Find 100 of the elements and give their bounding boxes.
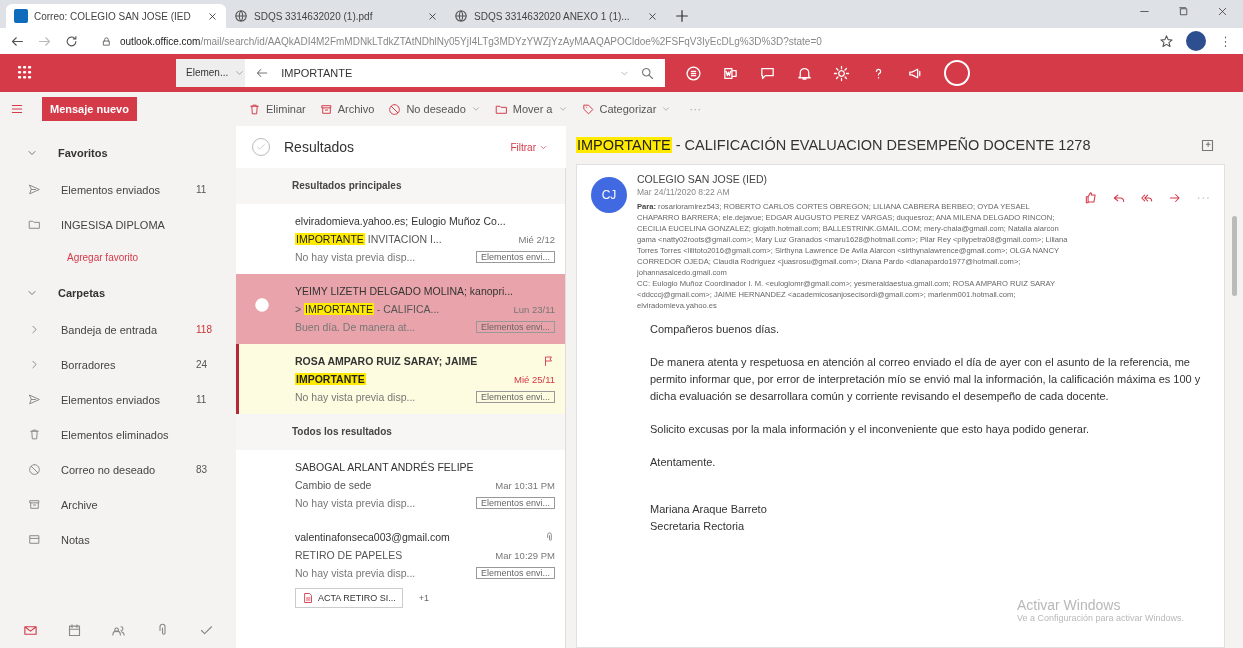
send-icon bbox=[28, 183, 41, 196]
message-date: Mié 25/11 bbox=[514, 373, 555, 385]
message-date: Mar 10:31 PM bbox=[495, 479, 555, 491]
star-icon[interactable] bbox=[1159, 33, 1174, 49]
menu-icon[interactable] bbox=[10, 102, 24, 116]
preview-text: Buen día. De manera at... bbox=[295, 321, 416, 333]
signature-line: Secretaria Rectoria bbox=[650, 519, 746, 534]
sender-name: COLEGIO SAN JOSE (IED) bbox=[637, 173, 769, 185]
sender-name: SABOGAL ARLANT ANDRÉS FELIPE bbox=[295, 461, 474, 473]
globe-icon bbox=[454, 9, 468, 23]
settings-icon[interactable] bbox=[833, 64, 850, 82]
browser-tab[interactable]: SDQS 3314632020 ANEXO 1 (1)... bbox=[446, 4, 666, 28]
restore-icon[interactable] bbox=[1177, 4, 1190, 18]
email-subject: IMPORTANTE - CALIFICACIÓN EVALUACION DESEMPEÑO DOCENTE 1278 bbox=[576, 137, 1091, 153]
folder-item[interactable]: Bandeja de entrada 118 bbox=[0, 312, 236, 347]
section-header: Resultados principales bbox=[236, 168, 565, 204]
filter-button[interactable]: Filtrar bbox=[504, 140, 554, 154]
toolbar-button[interactable]: Mover a bbox=[492, 98, 570, 120]
browser-tab[interactable]: SDQS 3314632020 (1).pdf bbox=[226, 4, 446, 28]
chevron-down-icon bbox=[557, 104, 568, 114]
like-icon[interactable] bbox=[1084, 191, 1098, 205]
toolbar-button[interactable]: Archivo bbox=[317, 98, 377, 120]
search-field[interactable]: Elemen... IMPORTANTE bbox=[176, 59, 665, 87]
url-text: outlook.office.com/mail/search/id/AAQkADI4M2FmMDNkLTdkZTAtNDhlNy05YjI4LTg3MDYzYWZjYzAyMAAQAPOCldoe%2FSFqV3IyEcDLg%3D%3D?state=0 bbox=[120, 35, 822, 47]
sender-name: elviradomieva.yahoo.es; Eulogio Muñoz Co... bbox=[295, 215, 506, 227]
preview-text: No hay vista previa disp... bbox=[295, 497, 416, 509]
section-header: Todos los resultados bbox=[236, 414, 565, 450]
mail-app-icon bbox=[14, 9, 28, 23]
new-message-button[interactable]: Mensaje nuevo bbox=[42, 97, 137, 121]
search-query: IMPORTANTE bbox=[281, 67, 354, 79]
subject-text: RETIRO DE PAPELES bbox=[295, 549, 403, 561]
forward-icon[interactable] bbox=[1168, 191, 1182, 205]
folder-item[interactable]: Correo no deseado 83 bbox=[0, 452, 236, 487]
subject-text: IMPORTANTE bbox=[295, 373, 366, 385]
note-icon bbox=[28, 533, 41, 546]
close-icon[interactable] bbox=[427, 10, 438, 22]
popout-icon[interactable] bbox=[1200, 137, 1215, 153]
reply-all-icon[interactable] bbox=[1140, 191, 1154, 205]
attachment-name: ACTA RETIRO SI... bbox=[318, 593, 396, 603]
folder-item[interactable]: Archive bbox=[0, 487, 236, 522]
message-date: Mié 2/12 bbox=[518, 233, 555, 245]
body-paragraph: De manera atenta y respetuosa en atención al correo enviado el día de ayer con el asunto de la referencia, me permito informar que, por error de interpretación mío se envió mal la información, la calificación máxima es 100 y dicha evaluación se desarrollara común y corriente revisando el desempeño de cada docente. bbox=[650, 355, 1202, 404]
sender-name: YEIMY LIZETH DELGADO MOLINA; kanopri... bbox=[295, 285, 514, 297]
body-paragraph: Atentamente. bbox=[650, 455, 717, 470]
scrollbar[interactable] bbox=[1232, 216, 1237, 296]
folder-item[interactable]: Notas bbox=[0, 522, 236, 557]
folder-item[interactable]: Borradores 24 bbox=[0, 347, 236, 382]
search-scope-dropdown[interactable]: Elemen... bbox=[176, 59, 235, 87]
tag-icon bbox=[581, 102, 595, 116]
flag-icon[interactable] bbox=[543, 355, 555, 367]
activation-notice-title: Activar Windows bbox=[1016, 597, 1122, 613]
tab-title: SDQS 3314632020 (1).pdf bbox=[254, 10, 374, 22]
sender-avatar: CJ bbox=[591, 177, 627, 213]
attachment-count: +1 bbox=[418, 593, 430, 603]
folder-tag: Elementos envi... bbox=[475, 321, 555, 333]
calendar-icon[interactable] bbox=[66, 622, 82, 638]
subject-text: > IMPORTANTE - CALIFICA... bbox=[295, 303, 440, 315]
user-avatar[interactable] bbox=[944, 60, 970, 86]
folder-item[interactable]: INGESISA DIPLOMA bbox=[0, 207, 236, 242]
add-favorite-link[interactable]: Agregar favorito bbox=[0, 242, 236, 274]
attachment-chip[interactable]: ACTA RETIRO SI... bbox=[295, 588, 403, 608]
subject-text: Cambio de sede bbox=[295, 479, 372, 491]
body-paragraph: Solicito excusas por la mala información y el inconveniente que esto haya podido generar. bbox=[650, 422, 1091, 437]
close-icon[interactable] bbox=[207, 10, 218, 22]
trash-icon bbox=[248, 102, 261, 116]
toolbar-button[interactable]: Eliminar bbox=[246, 98, 308, 120]
preview-text: No hay vista previa disp... bbox=[295, 251, 416, 263]
toolbar-button[interactable]: No deseado bbox=[386, 98, 483, 120]
folder-tag: Elementos envi... bbox=[475, 567, 555, 579]
message-item[interactable]: YEIMY LIZETH DELGADO MOLINA; kanopri... > IMPORTANTE - CALIFICA... Lun 23/11 Buen día. De manera at... Elementos envi... bbox=[236, 274, 565, 344]
browser-tab[interactable]: Correo: COLEGIO SAN JOSE (IED bbox=[6, 4, 226, 28]
trash-icon bbox=[28, 428, 41, 441]
preview-text: No hay vista previa disp... bbox=[295, 567, 416, 579]
reload-icon[interactable] bbox=[64, 33, 79, 49]
message-item[interactable]: ROSA AMPARO RUIZ SARAY; JAIME IMPORTANTE Mié 25/11 No hay vista previa disp... Elementos envi... bbox=[236, 344, 565, 414]
sender-name: ROSA AMPARO RUIZ SARAY; JAIME bbox=[295, 355, 478, 367]
subject-text: IMPORTANTE INVITACION I... bbox=[295, 233, 442, 245]
new-tab-icon[interactable] bbox=[674, 8, 690, 24]
folder-item[interactable]: Elementos enviados 11 bbox=[0, 172, 236, 207]
message-date: Lun 23/11 bbox=[513, 303, 555, 315]
toolbar-button[interactable]: Categorizar bbox=[579, 98, 674, 120]
folder-tag: Elementos envi... bbox=[475, 251, 555, 263]
send-icon bbox=[28, 393, 41, 406]
folder-item[interactable]: Elementos eliminados bbox=[0, 417, 236, 452]
folder-group-header[interactable]: Carpetas bbox=[0, 274, 236, 312]
archive-icon bbox=[28, 498, 41, 511]
paperclip-icon bbox=[544, 531, 555, 543]
chevron-down-icon bbox=[470, 104, 481, 114]
folder-group-header[interactable]: Favoritos bbox=[0, 134, 236, 172]
radio-icon[interactable] bbox=[253, 296, 271, 314]
archive-icon bbox=[319, 102, 333, 116]
folder-tag: Elementos envi... bbox=[475, 497, 555, 509]
close-icon[interactable] bbox=[647, 10, 658, 22]
chevron-down-icon bbox=[661, 104, 672, 114]
search-icon[interactable] bbox=[640, 65, 655, 81]
lock-icon bbox=[101, 35, 112, 47]
body-paragraph: Compañeros buenos días. bbox=[650, 322, 781, 337]
document-icon bbox=[302, 592, 314, 604]
profile-avatar[interactable] bbox=[1186, 31, 1206, 51]
folder-item[interactable]: Elementos enviados 11 bbox=[0, 382, 236, 417]
